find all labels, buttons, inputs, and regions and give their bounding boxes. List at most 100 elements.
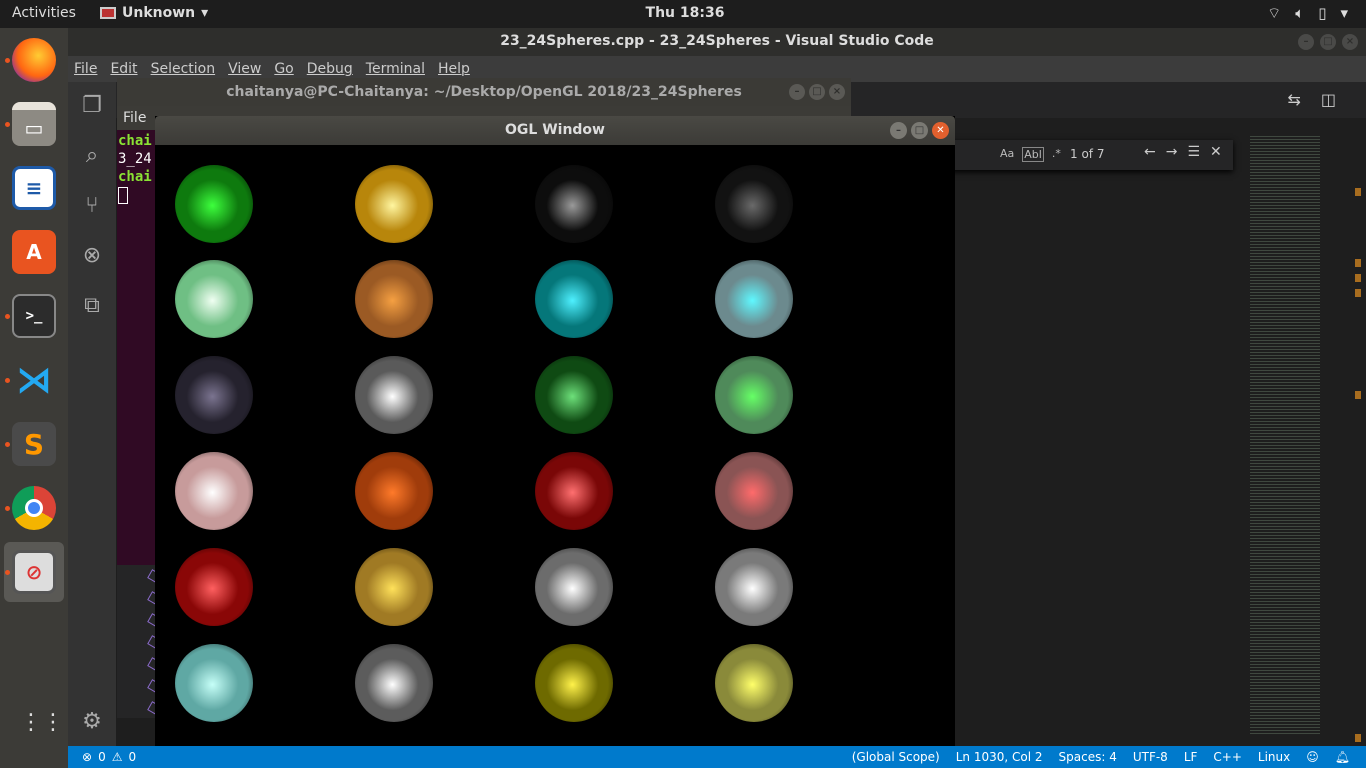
maximize-button[interactable]: □ — [911, 122, 928, 139]
status-right: (Global Scope) Ln 1030, Col 2 Spaces: 4 … — [852, 746, 1350, 768]
match-case-toggle[interactable]: Aa — [1000, 147, 1014, 162]
sphere-6 — [355, 260, 433, 338]
ogl-titlebar[interactable]: OGL Window – □ ✕ — [155, 116, 955, 145]
sphere-5 — [175, 260, 253, 338]
opengl-canvas[interactable] — [155, 145, 955, 746]
error-icon: ⊗ — [82, 750, 93, 764]
source-control-icon[interactable]: ⑂ — [80, 194, 104, 218]
find-options: Aa Abl .* — [1000, 147, 1061, 162]
ogl-window: OGL Window – □ ✕ — [155, 116, 955, 746]
find-widget: Aa Abl .* 1 of 7 ← → ☰ ✕ — [948, 140, 1233, 170]
running-indicator — [5, 314, 10, 319]
dock-writer[interactable]: ≡ — [4, 158, 64, 218]
sphere-9 — [175, 356, 253, 434]
files-icon: ▭ — [12, 102, 56, 146]
sphere-18 — [355, 548, 433, 626]
dock-vscode[interactable]: ⋊ — [4, 350, 64, 410]
window-controls: – □ ✕ — [890, 122, 949, 139]
running-indicator — [5, 122, 10, 127]
split-editor-icon[interactable]: ◫ — [1321, 90, 1336, 109]
regex-toggle[interactable]: .* — [1052, 147, 1061, 162]
match-marker — [1355, 259, 1361, 267]
app-menu[interactable]: Unknown ▾ — [100, 5, 208, 21]
activities-button[interactable]: Activities — [12, 5, 76, 21]
search-icon[interactable]: ⌕ — [80, 144, 104, 168]
running-indicator — [5, 58, 10, 63]
previous-match-icon[interactable]: ← — [1144, 144, 1156, 160]
sphere-16 — [715, 452, 793, 530]
maximize-button[interactable]: □ — [809, 84, 825, 100]
sphere-20 — [715, 548, 793, 626]
system-tray[interactable]: ⌔ 🔈︎ ▯ ▾ — [1267, 4, 1348, 23]
running-indicator — [5, 570, 10, 575]
minimap[interactable] — [1250, 136, 1320, 736]
scrollbar-markers[interactable] — [1355, 136, 1361, 742]
minimize-button[interactable]: – — [789, 84, 805, 100]
explorer-icon[interactable]: ❐ — [80, 94, 104, 118]
sphere-14 — [355, 452, 433, 530]
sublime-icon: S — [12, 422, 56, 466]
running-indicator — [5, 442, 10, 447]
match-count: 1 of 7 — [1070, 147, 1105, 161]
sphere-12 — [715, 356, 793, 434]
sphere-4 — [715, 165, 793, 243]
dock-software[interactable]: A — [4, 222, 64, 282]
chevron-down-icon: ▾ — [1340, 4, 1348, 22]
problems-indicator[interactable]: ⊗ 0 ⚠ 0 — [82, 746, 136, 768]
gear-icon[interactable]: ⚙ — [80, 710, 104, 734]
match-marker — [1355, 734, 1361, 742]
language-mode[interactable]: C++ — [1213, 746, 1242, 768]
notifications-icon[interactable]: 🔔︎ — [1335, 746, 1350, 768]
close-button[interactable]: × — [1342, 34, 1358, 50]
menu-file[interactable]: File — [123, 110, 146, 126]
dock-sublime[interactable]: S — [4, 414, 64, 474]
cursor-position[interactable]: Ln 1030, Col 2 — [956, 746, 1043, 768]
vscode-titlebar[interactable]: 23_24Spheres.cpp - 23_24Spheres - Visual… — [68, 28, 1366, 56]
line-ending[interactable]: LF — [1184, 746, 1198, 768]
terminal-icon: >_ — [12, 294, 56, 338]
sphere-17 — [175, 548, 253, 626]
terminal-titlebar[interactable]: chaitanya@PC-Chaitanya: ~/Desktop/OpenGL… — [117, 78, 851, 106]
match-word-toggle[interactable]: Abl — [1022, 147, 1044, 162]
maximize-button[interactable]: □ — [1320, 34, 1336, 50]
match-marker — [1355, 274, 1361, 282]
window-controls: – □ × — [789, 84, 845, 100]
close-icon[interactable]: ✕ — [1210, 144, 1222, 160]
extensions-icon[interactable]: ⧉ — [80, 294, 104, 318]
minimize-button[interactable]: – — [890, 122, 907, 139]
sphere-22 — [355, 644, 433, 722]
debug-icon[interactable]: ⊗ — [80, 244, 104, 268]
encoding[interactable]: UTF-8 — [1133, 746, 1168, 768]
running-indicator — [5, 506, 10, 511]
sphere-3 — [535, 165, 613, 243]
close-button[interactable]: ✕ — [932, 122, 949, 139]
dock-opengl-app[interactable]: ⊘ — [4, 542, 64, 602]
wifi-icon: ⌔ — [1267, 4, 1282, 22]
sphere-2 — [355, 165, 433, 243]
vscode-icon: ⋊ — [16, 359, 52, 401]
chevron-down-icon: ▾ — [201, 5, 209, 21]
close-button[interactable]: × — [829, 84, 845, 100]
scope-indicator[interactable]: (Global Scope) — [852, 746, 940, 768]
sphere-23 — [535, 644, 613, 722]
dock-terminal[interactable]: >_ — [4, 286, 64, 346]
show-apps-icon[interactable]: ⋮⋮ — [20, 710, 64, 735]
feedback-icon[interactable]: ☺ — [1306, 746, 1319, 768]
sphere-24 — [715, 644, 793, 722]
dock-chrome[interactable] — [4, 478, 64, 538]
clock[interactable]: Thu 18:36 — [640, 5, 730, 21]
top-bar: Activities Unknown ▾ Thu 18:36 ⌔ 🔈︎ ▯ ▾ — [0, 0, 1366, 28]
next-match-icon[interactable]: → — [1166, 144, 1178, 160]
indentation[interactable]: Spaces: 4 — [1059, 746, 1117, 768]
warning-count: 0 — [128, 750, 137, 764]
firefox-icon — [12, 38, 56, 82]
find-in-selection-icon[interactable]: ☰ — [1187, 144, 1200, 160]
platform[interactable]: Linux — [1258, 746, 1290, 768]
match-marker — [1355, 188, 1361, 196]
open-changes-icon[interactable]: ⇆ — [1287, 90, 1300, 109]
minimize-button[interactable]: – — [1298, 34, 1314, 50]
chrome-icon — [12, 486, 56, 530]
menu-file[interactable]: File — [74, 56, 97, 82]
dock-firefox[interactable] — [4, 30, 64, 90]
dock-files[interactable]: ▭ — [4, 94, 64, 154]
